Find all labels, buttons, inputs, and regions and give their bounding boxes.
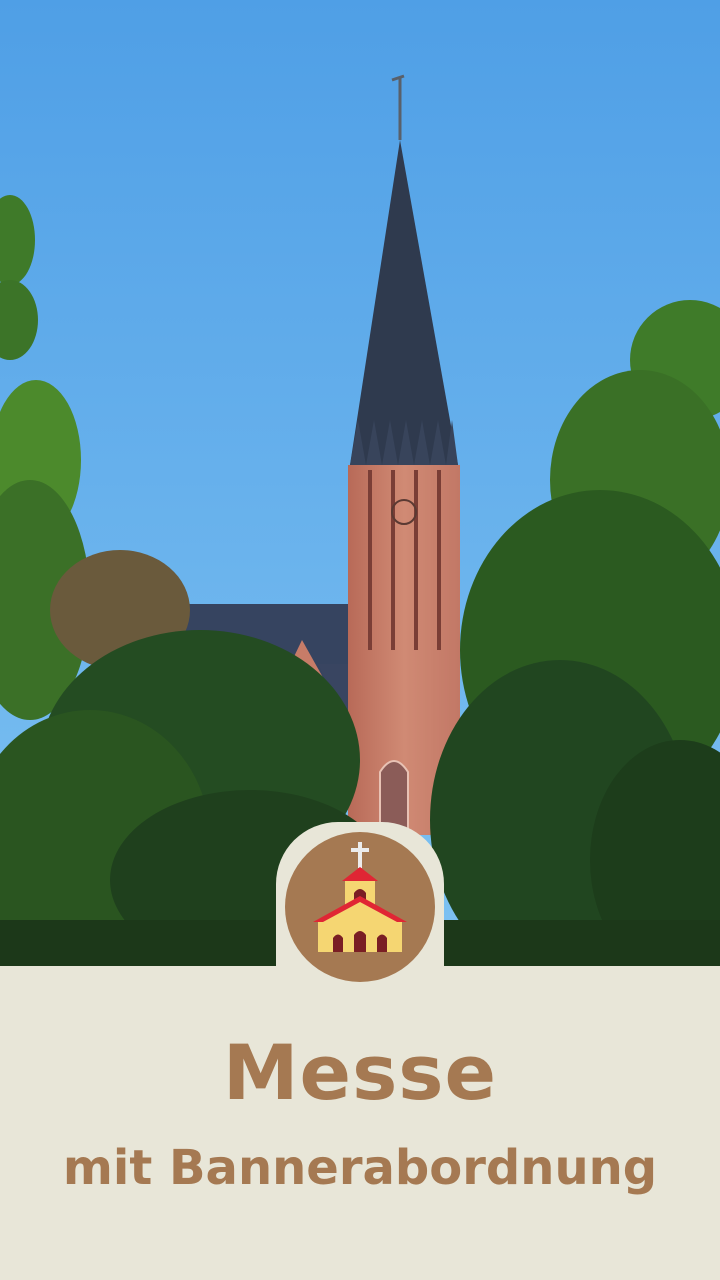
caption-panel <box>0 966 720 1280</box>
page-title: Messe <box>222 1028 498 1117</box>
church-window <box>379 760 409 831</box>
church-icon <box>285 832 435 982</box>
page-subtitle: mit Bannerabordnung <box>62 1140 658 1196</box>
